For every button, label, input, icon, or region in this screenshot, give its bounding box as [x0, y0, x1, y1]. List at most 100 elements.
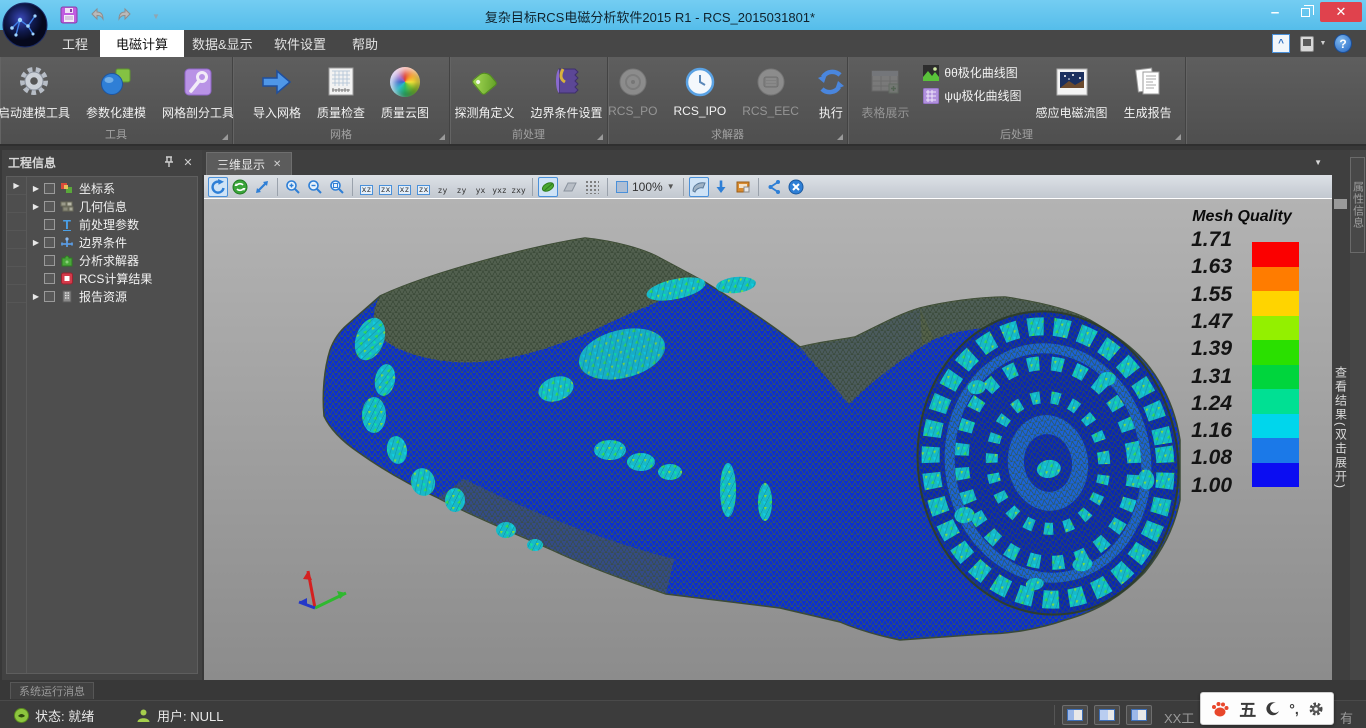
undo-icon[interactable]	[88, 6, 106, 24]
view-front-button[interactable]: xz	[357, 177, 376, 197]
parametric-modeling-button[interactable]: 参数化建模	[78, 62, 154, 121]
view-iso2-button[interactable]: yxz	[490, 177, 509, 197]
checkbox[interactable]	[44, 219, 55, 230]
zoom-out-button[interactable]	[305, 177, 325, 197]
strip-scrollbar[interactable]	[1334, 199, 1347, 209]
menu-tab-settings[interactable]: 软件设置	[258, 30, 342, 57]
smooth-surface-button[interactable]	[689, 177, 709, 197]
quality-check-button[interactable]: 质量检查	[309, 62, 373, 121]
ime-toolbar[interactable]: 五 °,	[1200, 692, 1334, 725]
tree-item-solver[interactable]: 分析求解器	[28, 251, 197, 269]
generate-report-button[interactable]: 生成报告	[1116, 62, 1180, 121]
layout-bottom-panel-button[interactable]	[1126, 705, 1152, 725]
menu-tab-data-display[interactable]: 数据&显示	[176, 30, 269, 57]
close-button[interactable]: ✕	[1320, 2, 1362, 22]
refresh-view-button[interactable]	[230, 177, 250, 197]
view-left-button[interactable]: xz	[395, 177, 414, 197]
tab-close-icon[interactable]: ✕	[273, 159, 281, 170]
meshing-tool-button[interactable]: 网格剖分工具	[154, 62, 242, 121]
quick-access-dropdown-icon[interactable]: ▼	[152, 12, 160, 21]
ime-settings-gear-icon[interactable]	[1308, 701, 1324, 717]
quality-cloud-button[interactable]: 质量云图	[373, 62, 437, 121]
checkbox[interactable]	[44, 291, 55, 302]
ime-paw-icon[interactable]	[1210, 699, 1230, 719]
close-panel-icon[interactable]: ✕	[180, 156, 196, 169]
zoom-in-button[interactable]	[283, 177, 303, 197]
checkbox[interactable]	[44, 237, 55, 248]
pin-icon[interactable]	[164, 156, 180, 168]
probe-angle-button[interactable]: 探测角定义	[446, 62, 522, 121]
solver-rcs-eec-button[interactable]: RCS_EEC	[734, 62, 807, 118]
tab-list-dropdown-icon[interactable]: ▼	[1314, 158, 1322, 167]
layout-split-button[interactable]	[1094, 705, 1120, 725]
redo-icon[interactable]	[116, 6, 134, 24]
properties-collapsed-tab[interactable]: 属性信息	[1350, 157, 1365, 253]
tree-item-preprocess-params[interactable]: T 前处理参数	[28, 215, 197, 233]
menu-tab-help[interactable]: 帮助	[336, 30, 394, 57]
checkbox[interactable]	[44, 255, 55, 266]
zoom-level-select[interactable]: 100% ▼	[612, 177, 679, 197]
expander-icon[interactable]: ▶	[28, 238, 44, 247]
solver-rcs-ipo-button[interactable]: RCS_IPO	[666, 62, 735, 118]
keyboard-icon[interactable]	[1297, 34, 1317, 53]
save-icon[interactable]	[60, 6, 78, 24]
view-back-button[interactable]: zx	[376, 177, 395, 197]
table-display-button[interactable]: 表格展示	[853, 62, 917, 121]
ime-punctuation-label[interactable]: °,	[1289, 701, 1299, 717]
pan-zoom-button[interactable]	[252, 177, 272, 197]
close-view-button[interactable]	[786, 177, 806, 197]
flat-display-button[interactable]	[560, 177, 580, 197]
wireframe-display-button[interactable]	[582, 177, 602, 197]
induced-current-map-button[interactable]: 感应电磁流图	[1028, 62, 1116, 121]
zoom-fit-button[interactable]	[327, 177, 347, 197]
share-button[interactable]	[764, 177, 784, 197]
menu-tab-project[interactable]: 工程	[46, 30, 104, 57]
tree-item-boundary-conditions[interactable]: ▶ 边界条件	[28, 233, 197, 251]
orbit-rotate-button[interactable]	[208, 177, 228, 197]
layout-left-panel-button[interactable]	[1062, 705, 1088, 725]
ime-moon-icon[interactable]	[1266, 702, 1280, 716]
export-down-button[interactable]	[711, 177, 731, 197]
expander-icon[interactable]: ▶	[28, 184, 44, 193]
tree-item-geometry[interactable]: ▶ 几何信息	[28, 197, 197, 215]
shaded-display-button[interactable]	[538, 177, 558, 197]
tree-item-rcs-results[interactable]: RCS计算结果	[28, 269, 197, 287]
group-dialog-launcher-icon[interactable]	[439, 134, 445, 140]
theta-polarization-curve-button[interactable]: θθ极化曲线图	[923, 64, 1021, 81]
group-dialog-launcher-icon[interactable]	[597, 134, 603, 140]
restore-button[interactable]	[1292, 2, 1318, 22]
group-dialog-launcher-icon[interactable]	[837, 134, 843, 140]
boundary-settings-button[interactable]: 边界条件设置	[523, 62, 611, 121]
view-iso3-button[interactable]: zxy	[509, 177, 528, 197]
expander-icon[interactable]: ▶	[28, 202, 44, 211]
menu-dropdown-icon[interactable]: ▼	[1318, 34, 1328, 53]
solver-rcs-po-button[interactable]: RCS_PO	[600, 62, 665, 118]
ime-mode-label[interactable]: 五	[1239, 696, 1256, 721]
view-iso-button[interactable]: yx	[471, 177, 490, 197]
launch-modeling-tool-button[interactable]: 启动建模工具	[0, 62, 78, 121]
view-bottom-button[interactable]: zy	[452, 177, 471, 197]
help-button[interactable]: ?	[1334, 34, 1352, 53]
expander-icon[interactable]: ▶	[28, 292, 44, 301]
collapse-ribbon-button[interactable]: ^	[1272, 34, 1290, 53]
psi-polarization-curve-button[interactable]: ψψ极化曲线图	[923, 87, 1021, 104]
expander-icon[interactable]: ▶	[13, 181, 19, 190]
view-right-button[interactable]: zx	[414, 177, 433, 197]
import-mesh-button[interactable]: 导入网格	[245, 62, 309, 121]
checkbox[interactable]	[44, 201, 55, 212]
results-strip[interactable]: 查看结果(双击展开)	[1332, 175, 1350, 680]
checkbox[interactable]	[44, 183, 55, 194]
view-top-button[interactable]: zy	[433, 177, 452, 197]
tree-item-report-resources[interactable]: ▶ 报告资源	[28, 287, 197, 305]
tree-item-coordinate-system[interactable]: ▶ 坐标系	[28, 179, 197, 197]
system-message-tab[interactable]: 系统运行消息	[10, 682, 94, 699]
tab-3d-display[interactable]: 三维显示 ✕	[206, 152, 292, 175]
minimize-button[interactable]: –	[1262, 2, 1288, 22]
group-dialog-launcher-icon[interactable]	[1175, 134, 1181, 140]
checkbox[interactable]	[44, 273, 55, 284]
app-logo[interactable]	[2, 2, 48, 48]
ribbon-button-label: 边界条件设置	[531, 104, 603, 121]
capture-button[interactable]	[733, 177, 753, 197]
menu-tab-em-computation[interactable]: 电磁计算	[100, 30, 184, 57]
group-dialog-launcher-icon[interactable]	[222, 134, 228, 140]
